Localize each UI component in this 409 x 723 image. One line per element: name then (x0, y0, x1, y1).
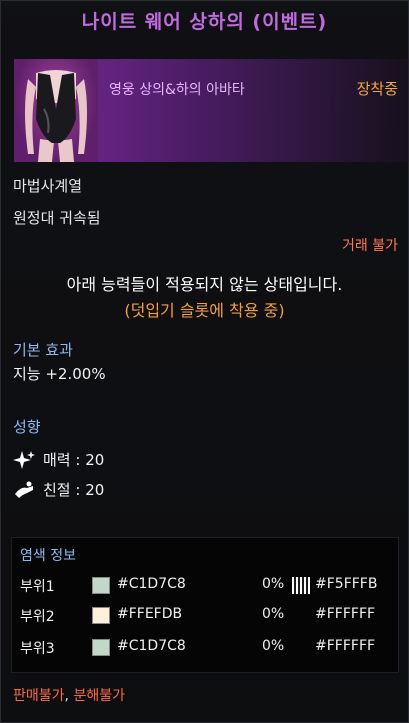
dye-color-hex: #C1D7C8 (117, 638, 186, 654)
dye-color-hex: #C1D7C8 (117, 576, 186, 592)
dye-color-swatch (92, 639, 110, 656)
dye-info-header: 염색 정보 (20, 548, 76, 564)
dye-row-part2: 부위2 #FFEFDB 0% #FFFFFF (12, 604, 400, 626)
dye-row-part3: 부위3 #C1D7C8 0% #FFFFFF (12, 636, 400, 658)
basic-effect-header: 기본 효과 (13, 341, 73, 359)
trait-charm-label: 매력 : 20 (43, 451, 105, 469)
item-tooltip: 나이트 웨어 상하의 (이벤트) 영웅 상의&하의 아바타 장착중 마법사계열 … (0, 0, 409, 723)
dye-gloss-percent: 0% (262, 606, 285, 622)
restriction-footer: 판매불가, 분해불가 (13, 685, 125, 705)
dye-pattern-hex: #FFFFFF (315, 606, 376, 622)
dye-pattern-swatch (292, 577, 310, 594)
class-restriction: 마법사계열 (13, 177, 83, 195)
dye-color-swatch (92, 577, 110, 594)
item-grade-type: 영웅 상의&하의 아바타 (109, 82, 245, 98)
item-portrait (14, 59, 98, 162)
dye-pattern-hex: #FFFFFF (315, 638, 376, 654)
handshake-icon (15, 481, 33, 498)
overlay-slot-notice: (덧입기 슬롯에 착용 중) (124, 301, 285, 320)
trait-kindness: 친절 : 20 (13, 479, 104, 500)
basic-effect-value: 지능 +2.00% (13, 365, 106, 383)
trait-header: 성향 (13, 418, 41, 436)
dye-color-hex: #FFEFDB (117, 606, 183, 622)
dye-info-panel: 염색 정보 부위1 #C1D7C8 0% #F5FFFB 부위2 #FFEFDB… (11, 537, 399, 673)
trait-charm: 매력 : 20 (13, 449, 104, 470)
dye-gloss-percent: 0% (262, 638, 285, 654)
dye-row-part1: 부위1 #C1D7C8 0% #F5FFFB (12, 574, 400, 596)
dye-color-swatch (92, 607, 110, 624)
dye-part-label: 부위2 (20, 609, 55, 625)
dye-pattern-hex: #F5FFFB (315, 576, 378, 592)
sparkle-icon (13, 450, 35, 469)
dye-gloss-percent: 0% (262, 576, 285, 592)
sell-restriction: 판매불가 (13, 688, 65, 704)
binding-status: 원정대 귀속됨 (13, 209, 101, 227)
item-title: 나이트 웨어 상하의 (이벤트) (81, 11, 328, 33)
trait-kindness-label: 친절 : 20 (43, 481, 105, 499)
dye-part-label: 부위3 (20, 641, 55, 657)
inactive-notice: 아래 능력들이 적용되지 않는 상태입니다. (66, 275, 343, 294)
equipped-badge: 장착중 (356, 80, 398, 98)
dye-part-label: 부위1 (20, 579, 55, 595)
disassemble-restriction: 분해불가 (73, 688, 125, 704)
avatar-figure-icon (25, 70, 87, 162)
trade-status: 거래 불가 (342, 238, 398, 254)
